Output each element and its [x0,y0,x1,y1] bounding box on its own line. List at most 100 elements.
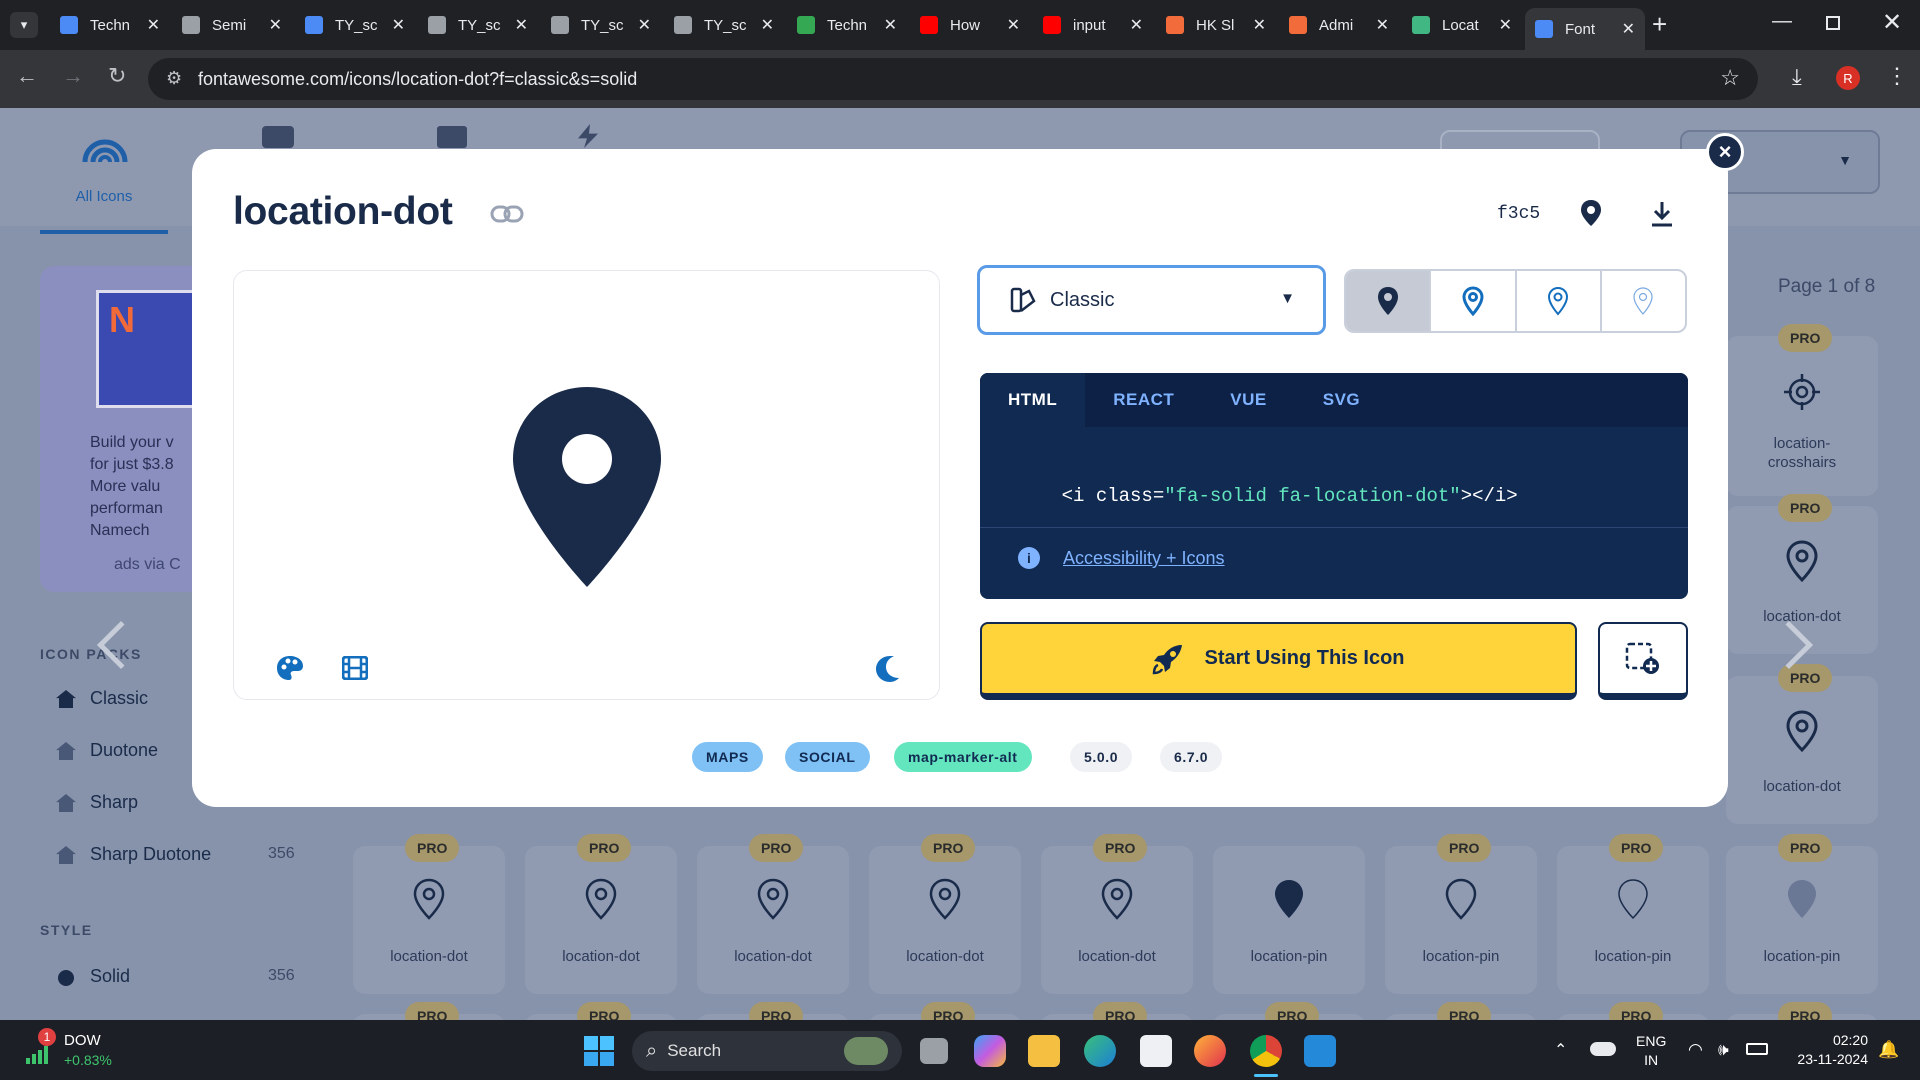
nav-icon-1[interactable] [262,126,294,148]
icon-card-location-dot[interactable]: PRO location-dot [1726,664,1878,824]
icon-card-location-dot[interactable]: PRO location-dot [1726,494,1878,654]
variant-solid[interactable] [1346,271,1432,331]
taskbar-search[interactable]: ⌕ Search [632,1031,902,1071]
code-tab-vue[interactable]: VUE [1202,373,1294,427]
profile-avatar[interactable]: R [1836,66,1860,90]
notification-bell-icon[interactable]: 🔔 [1878,1040,1899,1060]
ad-footer[interactable]: ads via C [114,556,181,574]
close-tab-icon[interactable]: ✕ [884,15,897,35]
back-icon[interactable]: ← [16,63,38,89]
file-explorer-icon[interactable] [1028,1035,1060,1067]
code-snippet[interactable]: <i class="fa-solid fa-location-dot"></i> [1016,463,1518,529]
variant-light[interactable] [1517,271,1602,331]
icon-card[interactable]: PRO location-dot [353,834,505,994]
tag-pill[interactable]: 5.0.0 [1070,742,1133,772]
browser-tab[interactable]: TY_sc ✕ [664,8,784,42]
firefox-icon[interactable] [1194,1035,1226,1067]
wifi-icon[interactable]: ◠ [1688,1040,1703,1060]
language-indicator[interactable]: ENG IN [1636,1032,1666,1070]
browser-menu-icon[interactable]: ⋮ [1886,63,1908,89]
copilot-icon[interactable] [974,1035,1006,1067]
download-icon[interactable]: ⤓ [1792,64,1802,90]
link-icon[interactable] [490,203,524,225]
close-tab-icon[interactable]: ✕ [515,15,528,35]
code-tab-react[interactable]: REACT [1085,373,1202,427]
start-using-icon-button[interactable]: Start Using This Icon [980,622,1577,700]
browser-tab[interactable]: Semi ✕ [172,8,292,42]
tag-pill[interactable]: map-marker-alt [894,742,1032,772]
browser-tab[interactable]: Admi ✕ [1279,8,1399,42]
close-tab-icon[interactable]: ✕ [1007,15,1020,35]
icon-card[interactable]: PRO location-dot [697,834,849,994]
browser-tab[interactable]: Techn ✕ [787,8,907,42]
windows-start-icon[interactable] [584,1036,614,1066]
close-tab-icon[interactable]: ✕ [1130,15,1143,35]
palette-icon[interactable] [276,655,304,681]
reload-icon[interactable]: ↻ [108,63,126,89]
close-tab-icon[interactable]: ✕ [1253,15,1266,35]
tag-pill[interactable]: 6.7.0 [1160,742,1223,772]
browser-tab[interactable]: Techn ✕ [50,8,170,42]
browser-tab[interactable]: How ✕ [910,8,1030,42]
download-icon[interactable] [1650,201,1674,227]
forward-icon[interactable]: → [62,63,84,89]
code-tab-svg[interactable]: SVG [1295,373,1388,427]
tag-pill[interactable]: SOCIAL [785,742,870,772]
restore-button[interactable] [1826,16,1840,30]
close-tab-icon[interactable]: ✕ [638,15,651,35]
store-icon[interactable] [1140,1035,1172,1067]
all-icons-nav[interactable]: All Icons [40,118,168,234]
icon-card[interactable]: PRO location-pin [1557,834,1709,994]
close-tab-icon[interactable]: ✕ [1622,19,1635,39]
tag-pill[interactable]: MAPS [692,742,763,772]
close-tab-icon[interactable]: ✕ [392,15,405,35]
moon-icon[interactable] [874,655,900,683]
variant-regular[interactable] [1431,271,1517,331]
family-select[interactable]: Classic ▼ [977,265,1326,335]
icon-card[interactable]: PRO location-dot [1041,834,1193,994]
site-info-icon[interactable]: ⚙ [166,68,182,89]
stock-widget[interactable]: 1 DOW +0.83% [26,1028,136,1074]
close-tab-icon[interactable]: ✕ [1499,15,1512,35]
browser-tab[interactable]: Locat ✕ [1402,8,1522,42]
minimize-button[interactable]: — [1772,10,1792,33]
close-tab-icon[interactable]: ✕ [147,15,160,35]
close-modal-button[interactable]: × [1706,133,1744,171]
task-view-icon[interactable] [920,1038,948,1064]
location-dot-icon[interactable] [1580,199,1602,227]
add-to-kit-button[interactable] [1598,622,1688,700]
browser-tab[interactable]: input ✕ [1033,8,1153,42]
unicode-value[interactable]: f3c5 [1497,204,1540,224]
film-icon[interactable] [342,656,368,680]
chrome-icon[interactable] [1250,1035,1282,1067]
accessibility-link[interactable]: Accessibility + Icons [1063,548,1225,569]
onedrive-icon[interactable] [1590,1042,1616,1056]
icon-card[interactable]: location-pin [1213,846,1365,994]
close-window-button[interactable]: ✕ [1882,8,1902,37]
icon-card[interactable]: PRO location-dot [525,834,677,994]
browser-tab[interactable]: TY_sc ✕ [295,8,415,42]
close-tab-icon[interactable]: ✕ [269,15,282,35]
vscode-icon[interactable] [1304,1035,1336,1067]
new-tab-button[interactable]: + [1652,9,1667,40]
icon-pack-sharp-duotone[interactable]: Sharp Duotone 356 [40,842,300,872]
style-solid[interactable]: Solid 356 [40,964,300,994]
browser-tab[interactable]: TY_sc ✕ [418,8,538,42]
nav-icon-2[interactable] [437,126,467,148]
battery-icon[interactable] [1746,1043,1768,1055]
clock[interactable]: 02:20 23-11-2024 [1788,1031,1868,1069]
bookmark-star-icon[interactable]: ☆ [1720,65,1740,91]
variant-thin[interactable] [1602,271,1685,331]
code-tab-html[interactable]: HTML [980,373,1086,427]
browser-tab[interactable]: TY_sc ✕ [541,8,661,42]
browser-tab[interactable]: HK Sl ✕ [1156,8,1276,42]
close-tab-icon[interactable]: ✕ [761,15,774,35]
tab-search-button[interactable]: ▾ [10,12,38,38]
icon-card[interactable]: PRO location-pin [1726,834,1878,994]
browser-tab[interactable]: Font ✕ [1525,8,1645,50]
url-input[interactable]: ⚙ fontawesome.com/icons/location-dot?f=c… [148,58,1758,100]
edge-icon[interactable] [1084,1035,1116,1067]
icon-card[interactable]: PRO location-pin [1385,834,1537,994]
icon-card[interactable]: PRO location-dot [869,834,1021,994]
show-hidden-icons[interactable]: ⌃ [1554,1040,1567,1060]
